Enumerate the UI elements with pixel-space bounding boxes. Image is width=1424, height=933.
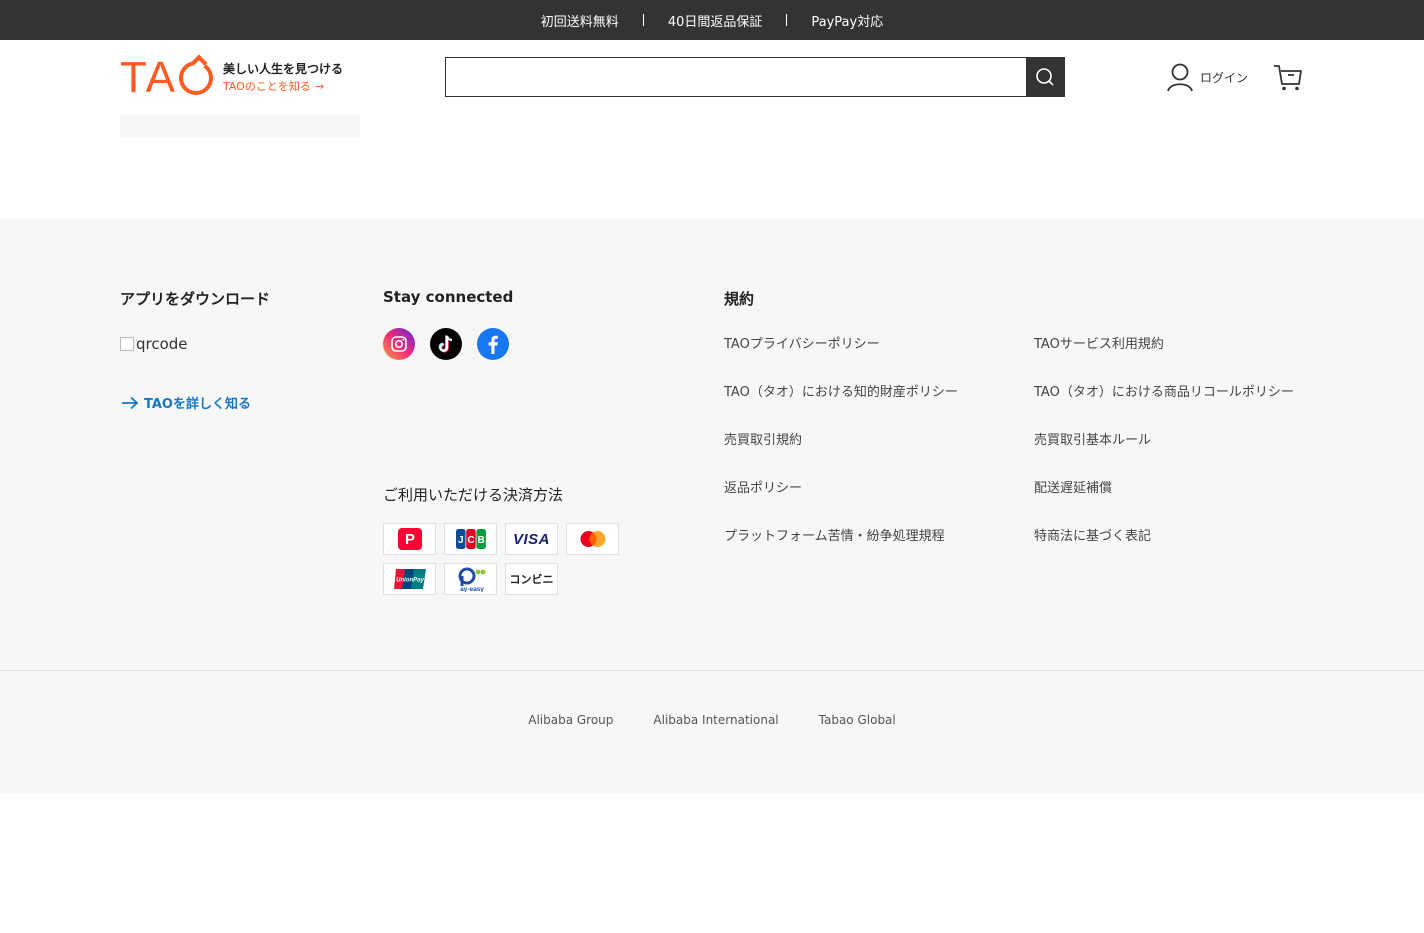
promo-bar: 初回送料無料 40日間返品保証 PayPay対応 (0, 0, 1424, 40)
logo-text: 美しい人生を見つける TAOのことを知る → (223, 60, 343, 96)
cart-icon (1274, 65, 1302, 91)
instagram-icon[interactable] (383, 328, 415, 360)
svg-text:UnionPay: UnionPay (396, 578, 424, 584)
site-header: TA 美しい人生を見つける TAOのことを知る → ログイン (0, 40, 1424, 140)
site-footer: アプリをダウンロード qrcode TAOを詳しく知る Stay connect… (0, 218, 1424, 793)
logo-tagline: 美しい人生を見つける (222, 62, 343, 76)
alibaba-international-link[interactable]: Alibaba International (653, 713, 778, 727)
login-button[interactable]: ログイン (1166, 62, 1248, 92)
facebook-icon[interactable] (477, 328, 509, 360)
return-policy-link[interactable]: 返品ポリシー (724, 479, 1034, 499)
tabao-global-link[interactable]: Tabao Global (819, 713, 896, 727)
payeasy-logo: ay-easy (444, 563, 497, 595)
terms-heading: 規約 (724, 290, 755, 308)
qrcode-image: qrcode (120, 335, 270, 353)
recall-policy-link[interactable]: TAO（タオ）における商品リコールポリシー (1034, 383, 1344, 403)
svg-text:B: B (477, 535, 484, 546)
svg-text:J: J (457, 535, 463, 546)
privacy-policy-link[interactable]: TAOプライバシーポリシー (724, 335, 1034, 355)
trade-basic-rules-link[interactable]: 売買取引基本ルール (1034, 431, 1344, 451)
social-section: Stay connected ご利用いただける決済方法 P J C B VISA… (383, 288, 683, 595)
konbini-logo: コンビニ (505, 563, 558, 595)
qrcode-alt-text: qrcode (136, 335, 188, 353)
logo-letters: TA (120, 53, 177, 102)
about-tao-label: TAOのことを知る (222, 80, 311, 93)
broken-image-icon (120, 337, 134, 351)
delivery-delay-compensation-link[interactable]: 配送遅延補償 (1034, 479, 1344, 499)
dispute-resolution-link[interactable]: プラットフォーム苦情・紛争処理規程 (724, 527, 1034, 547)
promo-return-guarantee: 40日間返品保証 (667, 14, 763, 30)
terms-section: 規約 TAOプライバシーポリシー TAOサービス利用規約 TAO（タオ）における… (724, 288, 1344, 547)
user-icon (1167, 63, 1193, 92)
app-download-heading: アプリをダウンロード (120, 290, 271, 308)
login-label: ログイン (1200, 70, 1249, 85)
visa-logo: VISA (505, 523, 558, 555)
payment-methods: P J C B VISA UnionPay ay-easy コンビニ (383, 523, 683, 595)
search-input[interactable] (446, 58, 1026, 96)
svg-text:C: C (467, 535, 474, 546)
arrow-right-icon (122, 396, 139, 409)
logo-o-mark (178, 61, 213, 95)
promo-free-shipping: 初回送料無料 (540, 14, 619, 30)
jcb-logo: J C B (444, 523, 497, 555)
svg-text:ay-easy: ay-easy (460, 586, 484, 592)
loading-placeholder (120, 114, 360, 137)
unionpay-logo: UnionPay (383, 563, 436, 595)
cart-button[interactable] (1272, 62, 1304, 96)
visa-text: VISA (512, 530, 550, 548)
terms-links: TAOプライバシーポリシー TAOサービス利用規約 TAO（タオ）における知的財… (724, 335, 1344, 547)
terms-of-service-link[interactable]: TAOサービス利用規約 (1034, 335, 1344, 355)
learn-more-link[interactable]: TAOを詳しく知る (120, 393, 270, 412)
paypay-logo: P (383, 523, 436, 555)
konbini-text: コンビニ (509, 573, 554, 586)
payment-heading: ご利用いただける決済方法 (383, 486, 564, 504)
mastercard-logo (566, 523, 619, 555)
logo-wordmark: TA (120, 56, 213, 100)
tiktok-icon[interactable] (430, 328, 462, 360)
search-button[interactable] (1026, 58, 1064, 96)
site-logo[interactable]: TA 美しい人生を見つける TAOのことを知る → (120, 56, 343, 100)
promo-paypay: PayPay対応 (811, 14, 884, 30)
commercial-law-notice-link[interactable]: 特商法に基づく表記 (1034, 527, 1344, 547)
search-bar (445, 57, 1065, 97)
alibaba-group-link[interactable]: Alibaba Group (528, 713, 613, 727)
learn-more-label: TAOを詳しく知る (144, 397, 251, 412)
arrow-right-icon: → (314, 80, 325, 93)
footer-bottom-links: Alibaba Group Alibaba International Taba… (0, 713, 1424, 727)
svg-text:P: P (404, 531, 414, 548)
app-download-section: アプリをダウンロード qrcode TAOを詳しく知る (120, 288, 270, 412)
ip-policy-link[interactable]: TAO（タオ）における知的財産ポリシー (724, 383, 1034, 403)
social-heading: Stay connected (383, 288, 514, 306)
social-icons (383, 328, 683, 360)
footer-divider (0, 670, 1424, 671)
search-icon (1036, 68, 1054, 86)
trade-terms-link[interactable]: 売買取引規約 (724, 431, 1034, 451)
about-tao-link[interactable]: TAOのことを知る → (223, 78, 343, 96)
